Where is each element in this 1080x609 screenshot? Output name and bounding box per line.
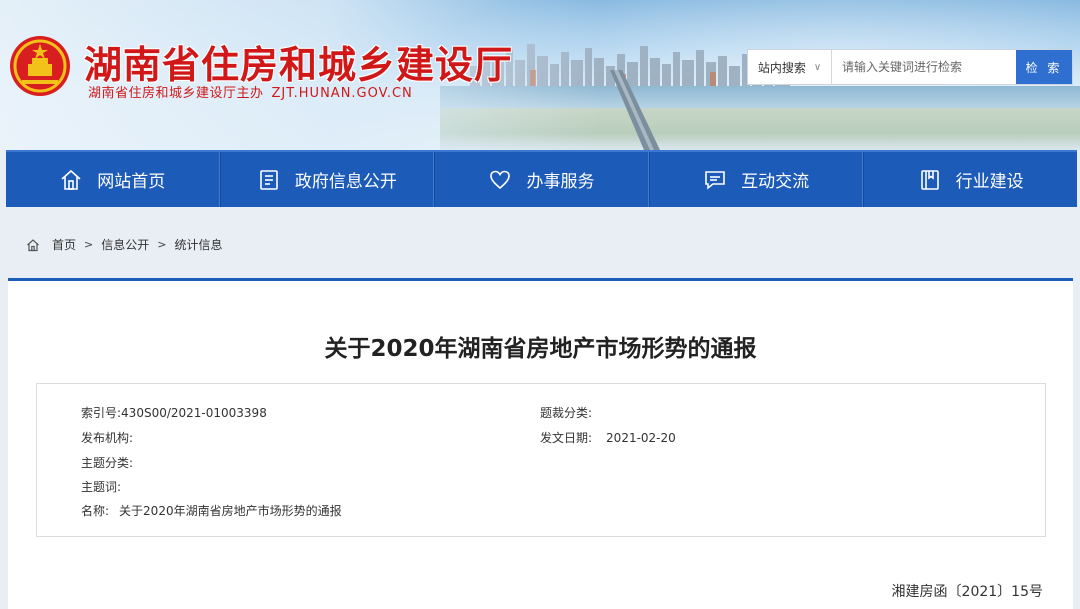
meta-date: 发文日期: 2021-02-20 bbox=[540, 429, 676, 446]
national-emblem-icon bbox=[10, 36, 70, 96]
meta-publisher-label: 发布机构: bbox=[81, 431, 134, 445]
breadcrumb: 首页 > 信息公开 > 统计信息 bbox=[26, 236, 222, 253]
breadcrumb-statistics[interactable]: 统计信息 bbox=[174, 236, 222, 253]
nav-item-gov-info[interactable]: 政府信息公开 bbox=[219, 152, 435, 207]
nav-item-label: 办事服务 bbox=[526, 172, 595, 192]
nav-item-services[interactable]: 办事服务 bbox=[434, 152, 649, 207]
meta-name-value: 关于2020年湖南省房地产市场形势的通报 bbox=[119, 504, 342, 518]
nav-item-label: 网站首页 bbox=[97, 172, 166, 192]
breadcrumb-separator: > bbox=[157, 238, 167, 251]
content-panel: 关于2020年湖南省房地产市场形势的通报 索引号:430S00/2021-010… bbox=[8, 278, 1073, 609]
nav-item-industry[interactable]: 行业建设 bbox=[863, 152, 1077, 207]
meta-index: 索引号:430S00/2021-01003398 bbox=[81, 404, 267, 421]
breadcrumb-separator: > bbox=[84, 238, 94, 251]
meta-index-value: 430S00/2021-01003398 bbox=[121, 406, 267, 420]
site-title: 湖南省住房和城乡建设厅 bbox=[84, 45, 514, 87]
meta-topic-label: 主题分类: bbox=[81, 456, 134, 470]
meta-date-label: 发文日期: bbox=[540, 431, 593, 445]
search-scope-select[interactable]: 站内搜索 ∨ bbox=[748, 50, 832, 84]
meta-index-label: 索引号: bbox=[81, 406, 122, 420]
meta-name: 名称: 关于2020年湖南省房地产市场形势的通报 bbox=[81, 502, 342, 519]
article-title: 关于2020年湖南省房地产市场形势的通报 bbox=[324, 336, 757, 362]
home-icon bbox=[61, 169, 81, 190]
nav-item-interaction[interactable]: 互动交流 bbox=[648, 152, 864, 207]
chat-icon bbox=[705, 170, 725, 190]
search-scope-label: 站内搜索 bbox=[757, 60, 806, 75]
meta-publisher: 发布机构: bbox=[81, 429, 143, 446]
meta-date-value: 2021-02-20 bbox=[606, 431, 676, 445]
nav-item-home[interactable]: 网站首页 bbox=[6, 152, 220, 207]
heart-icon bbox=[490, 170, 511, 189]
book-icon bbox=[920, 169, 939, 190]
nav-item-label: 行业建设 bbox=[955, 172, 1024, 192]
home-icon bbox=[27, 238, 39, 251]
site-domain: ZJT.HUNAN.GOV.CN bbox=[271, 86, 413, 101]
meta-name-label: 名称: bbox=[81, 504, 110, 518]
search-input[interactable] bbox=[832, 50, 1016, 84]
meta-topic: 主题分类: bbox=[81, 454, 143, 471]
main-nav: 网站首页 政府信息公开 办事服务 互动交流 行业建设 bbox=[6, 150, 1077, 207]
document-icon bbox=[260, 169, 278, 190]
breadcrumb-info-disclosure[interactable]: 信息公开 bbox=[101, 236, 149, 253]
meta-category-label: 题裁分类: bbox=[540, 406, 593, 420]
metadata-box: 索引号:430S00/2021-01003398 题裁分类: 发布机构: 发文日… bbox=[36, 383, 1046, 537]
meta-keywords: 主题词: bbox=[81, 478, 131, 495]
nav-item-label: 互动交流 bbox=[741, 172, 810, 192]
meta-category: 题裁分类: bbox=[540, 404, 602, 421]
meta-keywords-label: 主题词: bbox=[81, 480, 122, 494]
chevron-down-icon: ∨ bbox=[813, 61, 822, 73]
breadcrumb-home[interactable]: 首页 bbox=[52, 236, 76, 253]
document-number: 湘建房函〔2021〕15号 bbox=[891, 584, 1043, 600]
site-search: 站内搜索 ∨ 检 索 bbox=[748, 50, 1072, 84]
search-button[interactable]: 检 索 bbox=[1016, 50, 1072, 84]
site-subtitle-text: 湖南省住房和城乡建设厅主办 bbox=[88, 86, 264, 101]
nav-item-label: 政府信息公开 bbox=[294, 172, 397, 192]
site-subtitle: 湖南省住房和城乡建设厅主办 ZJT.HUNAN.GOV.CN bbox=[88, 82, 413, 101]
bridge-illustration bbox=[610, 70, 660, 150]
